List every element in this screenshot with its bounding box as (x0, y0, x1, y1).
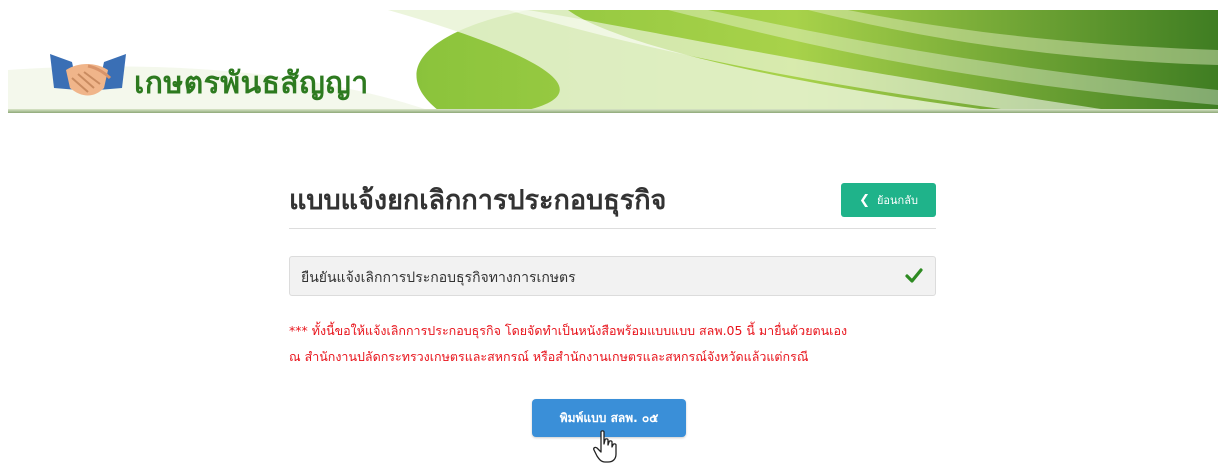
checkmark-icon (905, 268, 923, 288)
notice-line: *** ทั้งนี้ขอให้แจ้งเลิกการประกอบธุรกิจ … (289, 323, 848, 338)
header-banner: เกษตรพันธสัญญา (8, 10, 1218, 110)
title-divider (289, 228, 936, 229)
notice-text: *** ทั้งนี้ขอให้แจ้งเลิกการประกอบธุรกิจ … (289, 318, 949, 370)
banner-divider (8, 109, 1218, 113)
notice-line: ณ สำนักงานปลัดกระทรวงเกษตรและสหกรณ์ หรือ… (289, 349, 809, 364)
hand-pointer-icon (593, 430, 619, 468)
chevron-left-icon: ❮ (859, 192, 870, 208)
brand-title: เกษตรพันธสัญญา (134, 66, 369, 101)
confirm-option[interactable]: ยืนยันแจ้งเลิกการประกอบธุรกิจทางการเกษตร (289, 256, 936, 296)
back-button-label: ย้อนกลับ (876, 194, 918, 207)
back-button[interactable]: ❮ ย้อนกลับ (841, 183, 936, 217)
page-title: แบบแจ้งยกเลิกการประกอบธุรกิจ (289, 185, 667, 216)
confirm-option-label: ยืนยันแจ้งเลิกการประกอบธุรกิจทางการเกษตร (301, 270, 576, 286)
